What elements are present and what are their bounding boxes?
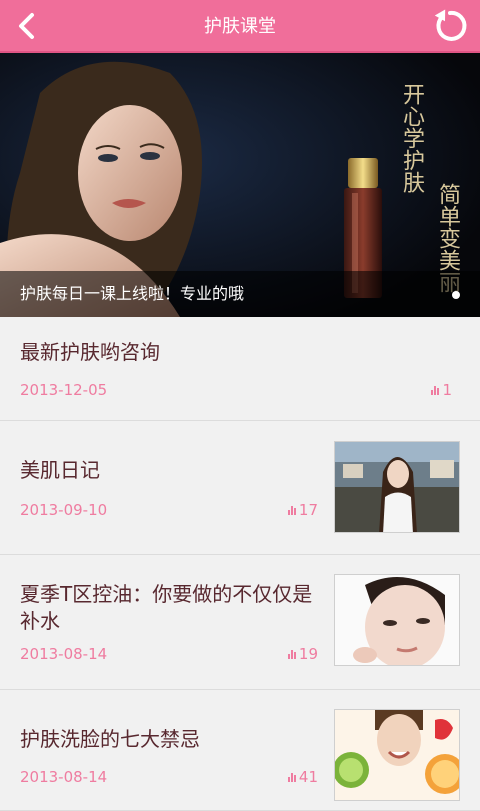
- banner-caption: 护肤每日一课上线啦！专业的哦: [20, 284, 245, 303]
- view-count: 17: [287, 501, 318, 519]
- view-count-value: 41: [298, 768, 318, 786]
- signal-icon: [431, 386, 440, 395]
- article-date: 2013-08-14: [20, 768, 108, 786]
- signal-icon: [287, 773, 296, 782]
- article-date: 2013-12-05: [20, 381, 108, 399]
- view-count-value: 19: [298, 645, 318, 663]
- article-date: 2013-09-10: [20, 501, 108, 519]
- list-item[interactable]: 夏季T区控油：你要做的不仅仅是补水 2013-08-14 19: [0, 555, 480, 690]
- view-count: 41: [287, 768, 318, 786]
- view-count: 1: [431, 381, 452, 399]
- page-title: 护肤课堂: [204, 16, 276, 37]
- refresh-icon[interactable]: [430, 6, 470, 46]
- article-thumbnail: [334, 574, 460, 666]
- promo-banner[interactable]: 开心学护肤 简单变美丽 护肤每日一课上线啦！专业的哦: [0, 53, 480, 317]
- article-thumbnail: [334, 441, 460, 533]
- article-list: 最新护肤哟咨询 2013-12-05 1 美肌日记 2013-09-10 17 …: [0, 317, 480, 811]
- list-item[interactable]: 最新护肤哟咨询 2013-12-05 1: [0, 317, 480, 421]
- article-thumbnail: [334, 709, 460, 801]
- list-item[interactable]: 美肌日记 2013-09-10 17: [0, 421, 480, 555]
- article-title: 夏季T区控油：你要做的不仅仅是补水: [20, 582, 313, 633]
- article-title: 美肌日记: [20, 458, 100, 482]
- list-item[interactable]: 护肤洗脸的七大禁忌 2013-08-14 41: [0, 690, 480, 811]
- article-date: 2013-08-14: [20, 645, 108, 663]
- article-title: 最新护肤哟咨询: [20, 340, 160, 364]
- calligraphy-text-1: 开心学护肤: [399, 83, 424, 193]
- slide-indicator-dot: [452, 291, 460, 299]
- view-count: 19: [287, 645, 318, 663]
- signal-icon: [287, 650, 296, 659]
- article-title: 护肤洗脸的七大禁忌: [20, 727, 200, 751]
- view-count-value: 17: [298, 501, 318, 519]
- view-count-value: 1: [442, 381, 452, 399]
- signal-icon: [287, 506, 296, 515]
- top-bar: 护肤课堂: [0, 0, 480, 53]
